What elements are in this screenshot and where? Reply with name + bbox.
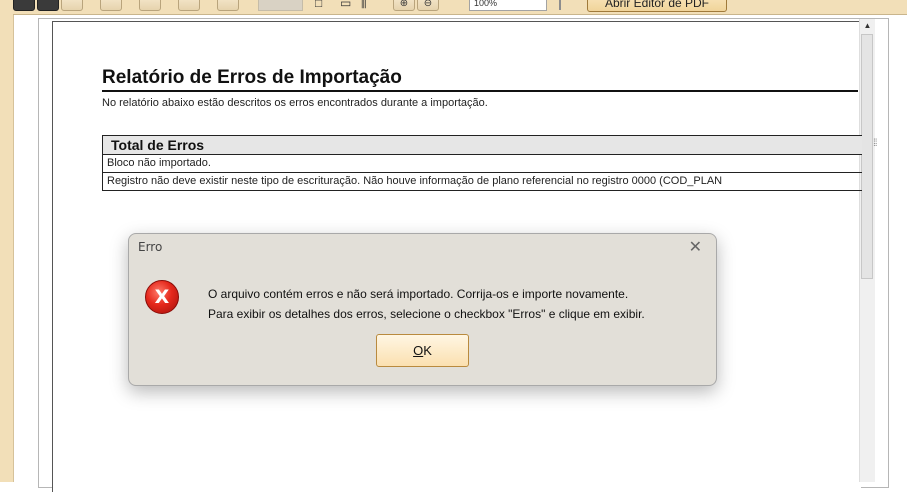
toolbar-button-4[interactable] bbox=[100, 0, 122, 11]
report-title: Relatório de Erros de Importação bbox=[102, 67, 858, 92]
table-row: Bloco não importado. bbox=[103, 155, 862, 173]
left-panel-edge bbox=[0, 0, 14, 482]
zoom-input[interactable]: 100% bbox=[469, 0, 547, 11]
toolbar-button-5[interactable] bbox=[139, 0, 161, 11]
ok-label-rest: K bbox=[423, 343, 432, 358]
scroll-thumb[interactable] bbox=[861, 34, 873, 279]
scroll-up-icon[interactable]: ▲ bbox=[860, 19, 875, 32]
dialog-title: Erro bbox=[138, 240, 163, 254]
zoom-in-icon[interactable]: ⊕ bbox=[393, 0, 415, 11]
toolbar-button-6[interactable] bbox=[178, 0, 200, 11]
print-icon[interactable] bbox=[37, 0, 59, 11]
toolbar: □ ▭ ⫼ ⊕ ⊖ 100% Abrir Editor de PDF bbox=[13, 0, 907, 15]
zoom-out-icon[interactable]: ⊖ bbox=[417, 0, 439, 11]
dialog-message: O arquivo contém erros e não será import… bbox=[208, 284, 645, 324]
vertical-scrollbar[interactable]: ▲ bbox=[859, 19, 875, 482]
fit-page-icon[interactable]: ▭ bbox=[340, 0, 351, 10]
close-icon[interactable]: ✕ bbox=[689, 237, 702, 257]
table-row: Registro não deve existir neste tipo de … bbox=[107, 175, 723, 187]
toolbar-separator bbox=[559, 0, 561, 10]
dialog-message-line-1: O arquivo contém erros e não será import… bbox=[208, 287, 629, 301]
save-icon[interactable] bbox=[13, 0, 35, 11]
fit-width-icon[interactable]: ⫼ bbox=[361, 0, 367, 10]
ok-button[interactable]: OK bbox=[376, 334, 469, 367]
toolbar-button-3[interactable] bbox=[61, 0, 83, 11]
page-layout-icon[interactable]: □ bbox=[315, 0, 322, 10]
errors-table: Total de Erros Bloco não importado. Regi… bbox=[102, 135, 862, 191]
error-icon: X bbox=[145, 280, 179, 314]
ok-mnemonic: O bbox=[413, 343, 424, 358]
resize-grip-icon[interactable]: ⁞⁞ bbox=[873, 138, 877, 149]
error-dialog: Erro ✕ X O arquivo contém erros e não se… bbox=[128, 233, 717, 386]
toolbar-disabled-field bbox=[258, 0, 303, 11]
open-pdf-editor-button[interactable]: Abrir Editor de PDF bbox=[587, 0, 727, 12]
errors-table-header: Total de Erros bbox=[103, 136, 862, 155]
dialog-message-line-2: Para exibir os detalhes dos erros, selec… bbox=[208, 307, 645, 321]
report-description: No relatório abaixo estão descritos os e… bbox=[102, 97, 488, 109]
toolbar-button-7[interactable] bbox=[217, 0, 239, 11]
